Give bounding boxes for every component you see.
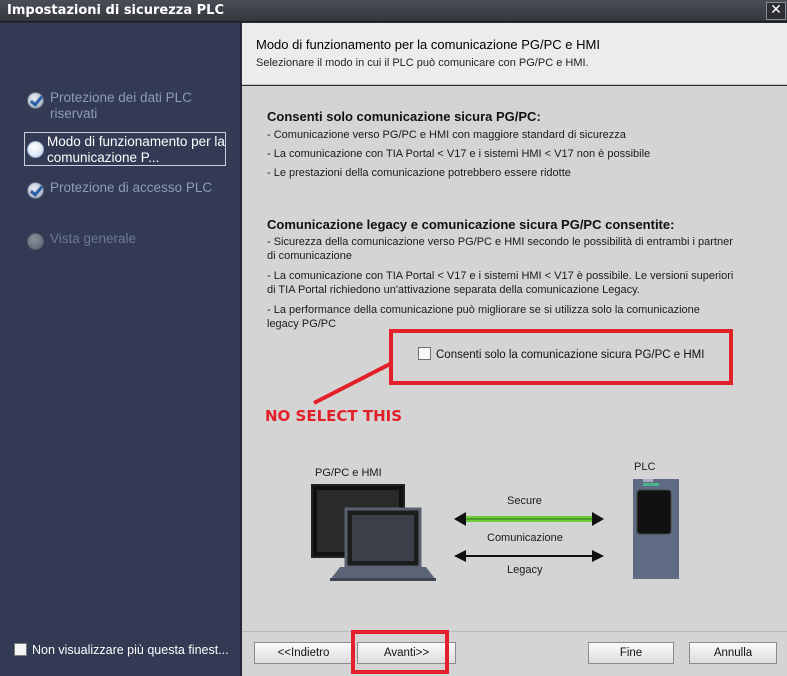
communication-diagram — [311, 479, 679, 581]
secure-arrow — [454, 512, 604, 526]
page-subtitle: Selezionare il modo in cui il PLC può co… — [256, 57, 589, 69]
annotation-next-highlight — [351, 630, 449, 674]
sidebar-item-communication-mode[interactable]: Modo di funzionamento per la comunicazio… — [24, 132, 226, 166]
sidebar-item-access-protection[interactable]: Protezione di accesso PLC — [27, 180, 229, 214]
dont-show-again-checkbox[interactable]: Non visualizzare più questa finest... — [14, 643, 229, 657]
dont-show-again-label: Non visualizzare più questa finest... — [32, 643, 229, 657]
cancel-button[interactable]: Annulla — [689, 642, 777, 664]
wizard-sidebar: Protezione dei dati PLC riservati Modo d… — [0, 23, 241, 676]
content-panel: Consenti solo comunicazione sicura PG/PC… — [242, 86, 787, 631]
checkbox-box[interactable] — [14, 643, 27, 656]
checkmark-icon — [27, 92, 44, 109]
wizard-footer: <<Indietro Avanti>> Fine Annulla — [242, 630, 787, 676]
back-button[interactable]: <<Indietro — [254, 642, 353, 664]
sidebar-item-overview[interactable]: Vista generale — [27, 231, 229, 251]
legacy-arrow — [454, 550, 604, 562]
sidebar-item-data-protection[interactable]: Protezione dei dati PLC riservati — [27, 90, 229, 124]
checkmark-icon — [27, 182, 44, 199]
close-icon[interactable]: ✕ — [766, 2, 786, 20]
pending-step-icon — [27, 233, 44, 250]
sidebar-item-label: Modo di funzionamento per la comunicazio… — [47, 134, 225, 165]
laptop-icon — [330, 507, 436, 581]
page-header: Modo di funzionamento per la comunicazio… — [242, 23, 787, 85]
window-title: Impostazioni di sicurezza PLC — [7, 3, 224, 18]
active-step-icon — [27, 141, 44, 158]
finish-button[interactable]: Fine — [588, 642, 674, 664]
window-titlebar: Impostazioni di sicurezza PLC ✕ — [0, 0, 787, 22]
sidebar-item-label: Protezione dei dati PLC riservati — [50, 90, 192, 121]
page-title: Modo di funzionamento per la comunicazio… — [256, 37, 600, 52]
sidebar-item-label: Vista generale — [50, 231, 137, 246]
plc-device-icon — [633, 479, 679, 579]
sidebar-item-label: Protezione di accesso PLC — [50, 180, 213, 195]
